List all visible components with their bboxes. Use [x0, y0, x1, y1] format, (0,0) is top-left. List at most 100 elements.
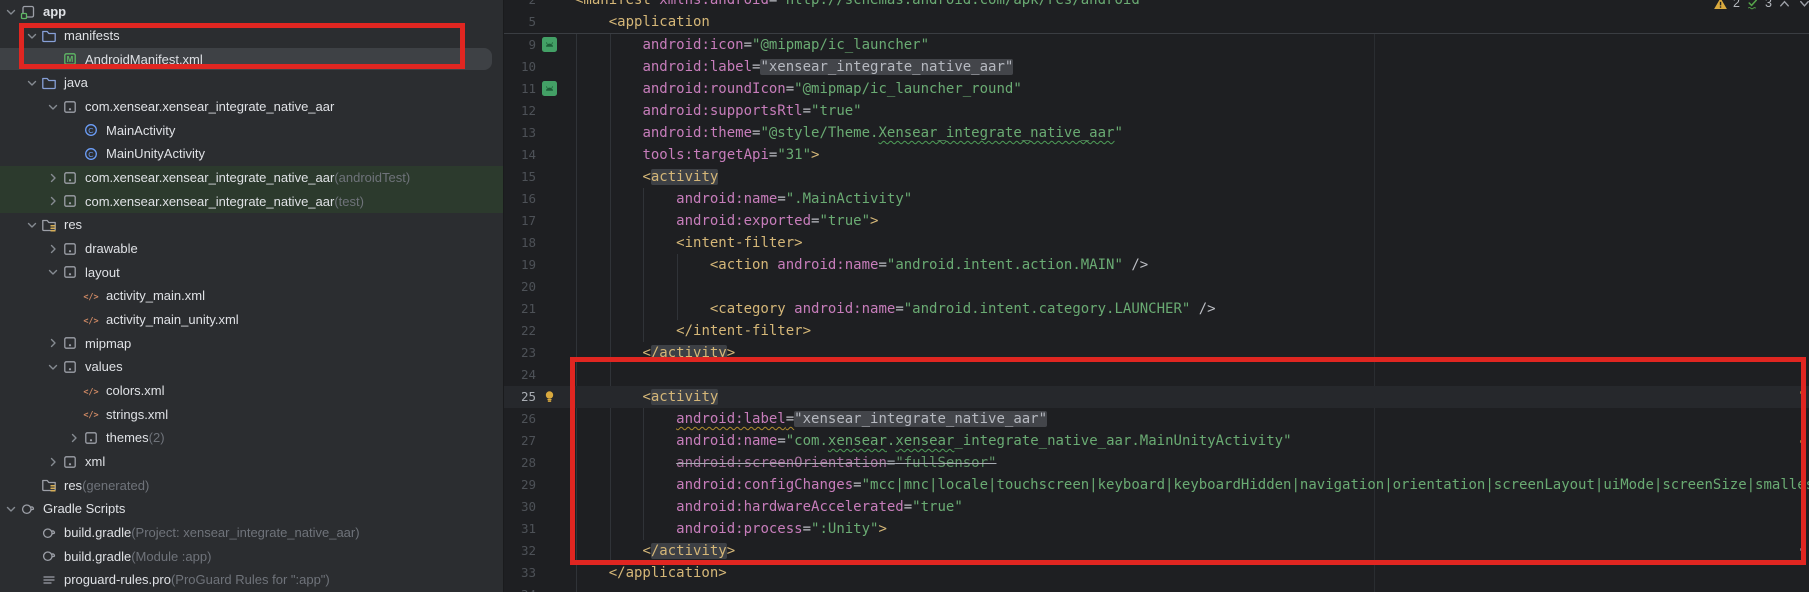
- chevron-down-icon[interactable]: [45, 264, 62, 280]
- code-line[interactable]: 22 </intent-filter>: [504, 320, 1809, 342]
- line-number: 12: [504, 100, 536, 122]
- chevron-down-icon[interactable]: [3, 501, 20, 517]
- code-line[interactable]: 10 android:label="xensear_integrate_nati…: [504, 56, 1809, 78]
- chevron-right-icon[interactable]: [66, 430, 83, 446]
- code-line[interactable]: 15 <activity: [504, 166, 1809, 188]
- code-line[interactable]: 24: [504, 364, 1809, 386]
- chevron-right-icon[interactable]: [45, 335, 62, 351]
- code-line[interactable]: 34: [504, 584, 1809, 592]
- chevron-down-icon[interactable]: [24, 217, 41, 233]
- code-line[interactable]: 31 android:process=":Unity">: [504, 518, 1809, 540]
- tree-row[interactable]: mipmap: [0, 331, 503, 355]
- code-token: ":Unity": [811, 521, 878, 537]
- tree-row[interactable]: proguard-rules.pro (ProGuard Rules for "…: [0, 568, 503, 592]
- tree-row[interactable]: build.gradle (Module :app): [0, 544, 503, 568]
- code-line[interactable]: 28 android:screenOrientation="fullSensor…: [504, 452, 1809, 474]
- code-line[interactable]: 21 <category android:name="android.inten…: [504, 298, 1809, 320]
- typo-icon[interactable]: [1745, 0, 1760, 11]
- package-icon: [62, 99, 80, 115]
- tree-row[interactable]: res (generated): [0, 473, 503, 497]
- panel-divider[interactable]: [503, 0, 504, 592]
- code-line[interactable]: 9 android:icon="@mipmap/ic_launcher": [504, 34, 1809, 56]
- code-line[interactable]: 19 <action android:name="android.intent.…: [504, 254, 1809, 276]
- error-stripe-mark[interactable]: [1800, 548, 1806, 551]
- code-lines: 9 android:icon="@mipmap/ic_launcher"10 a…: [504, 34, 1809, 592]
- code-line[interactable]: 30 android:hardwareAccelerated="true": [504, 496, 1809, 518]
- tree-row[interactable]: Gradle Scripts: [0, 497, 503, 521]
- code-line[interactable]: 18 <intent-filter>: [504, 232, 1809, 254]
- code-text: android:name=".MainActivity": [563, 188, 912, 210]
- tree-row[interactable]: xml: [0, 450, 503, 474]
- lightbulb-icon[interactable]: [536, 386, 563, 408]
- tree-row[interactable]: MAndroidManifest.xml: [0, 47, 503, 71]
- tree-row[interactable]: </>strings.xml: [0, 402, 503, 426]
- code-line[interactable]: 33 </application>: [504, 562, 1809, 584]
- tree-row[interactable]: values: [0, 355, 503, 379]
- class-icon: C: [83, 146, 101, 162]
- code-line[interactable]: 11 android:roundIcon="@mipmap/ic_launche…: [504, 78, 1809, 100]
- tree-row[interactable]: res: [0, 213, 503, 237]
- chevron-down-icon[interactable]: [24, 28, 41, 44]
- tree-row[interactable]: com.xensear.xensear_integrate_native_aar: [0, 95, 503, 119]
- error-stripe-mark[interactable]: [1800, 391, 1806, 394]
- gutter-spacer: [536, 276, 563, 298]
- chevron-down-icon[interactable]: [45, 359, 62, 375]
- code-token: >: [870, 213, 878, 229]
- code-line[interactable]: 32 </activity>: [504, 540, 1809, 562]
- code-line[interactable]: 26 android:label="xensear_integrate_nati…: [504, 408, 1809, 430]
- chevron-spacer: [66, 146, 83, 162]
- code-editor[interactable]: 9 android:icon="@mipmap/ic_launcher"10 a…: [504, 0, 1809, 592]
- chevron-down-icon[interactable]: [1797, 0, 1809, 11]
- tree-row[interactable]: </>colors.xml: [0, 379, 503, 403]
- code-token: "31": [777, 147, 811, 163]
- error-stripe-mark[interactable]: [1800, 440, 1806, 443]
- chevron-down-icon[interactable]: [45, 99, 62, 115]
- chevron-right-icon[interactable]: [45, 170, 62, 186]
- tree-row[interactable]: manifests: [0, 24, 503, 48]
- code-line[interactable]: 12 android:supportsRtl="true": [504, 100, 1809, 122]
- tree-row[interactable]: </>activity_main_unity.xml: [0, 308, 503, 332]
- chevron-right-icon[interactable]: [45, 241, 62, 257]
- code-line[interactable]: 25 <activity: [504, 386, 1809, 408]
- chevron-down-icon[interactable]: [3, 4, 20, 20]
- tree-row[interactable]: com.xensear.xensear_integrate_native_aar…: [0, 189, 503, 213]
- code-token: >: [727, 345, 735, 361]
- code-token: [575, 389, 642, 405]
- code-token: >: [878, 521, 886, 537]
- code-line[interactable]: 27 android:name="com.xensear.xensear_int…: [504, 430, 1809, 452]
- tree-row[interactable]: layout: [0, 260, 503, 284]
- tree-row[interactable]: </>activity_main.xml: [0, 284, 503, 308]
- code-line[interactable]: 2<manifest xmlns:android="http://schemas…: [504, 0, 1809, 11]
- inspections-widget[interactable]: 2 3: [1713, 0, 1809, 12]
- tree-row[interactable]: com.xensear.xensear_integrate_native_aar…: [0, 166, 503, 190]
- chevron-spacer: [45, 51, 62, 67]
- tree-row[interactable]: build.gradle (Project: xensear_integrate…: [0, 521, 503, 545]
- tree-row[interactable]: themes (2): [0, 426, 503, 450]
- code-line[interactable]: 17 android:exported="true">: [504, 210, 1809, 232]
- chevron-right-icon[interactable]: [45, 454, 62, 470]
- code-token: [575, 14, 609, 30]
- code-text: <action android:name="android.intent.act…: [563, 254, 1148, 276]
- android-resource-icon[interactable]: [536, 78, 563, 100]
- code-line[interactable]: 14 tools:targetApi="31">: [504, 144, 1809, 166]
- code-line[interactable]: 16 android:name=".MainActivity": [504, 188, 1809, 210]
- tree-row[interactable]: CMainUnityActivity: [0, 142, 503, 166]
- chevron-up-icon[interactable]: [1777, 0, 1792, 11]
- line-number: 13: [504, 122, 536, 144]
- gradle-icon: [20, 501, 38, 517]
- code-line[interactable]: 13 android:theme="@style/Theme.Xensear_i…: [504, 122, 1809, 144]
- android-resource-icon[interactable]: [536, 34, 563, 56]
- code-line[interactable]: 5 <application: [504, 11, 1809, 33]
- tree-row[interactable]: app: [0, 0, 503, 24]
- code-line[interactable]: 29 android:configChanges="mcc|mnc|locale…: [504, 474, 1809, 496]
- code-line[interactable]: 23 </activity>: [504, 342, 1809, 364]
- tree-row[interactable]: drawable: [0, 237, 503, 261]
- chevron-down-icon[interactable]: [24, 75, 41, 91]
- tree-row[interactable]: CMainActivity: [0, 118, 503, 142]
- tree-row[interactable]: java: [0, 71, 503, 95]
- line-number: 21: [504, 298, 536, 320]
- warning-icon[interactable]: [1713, 0, 1728, 11]
- chevron-right-icon[interactable]: [45, 193, 62, 209]
- code-line[interactable]: 20: [504, 276, 1809, 298]
- line-number: 15: [504, 166, 536, 188]
